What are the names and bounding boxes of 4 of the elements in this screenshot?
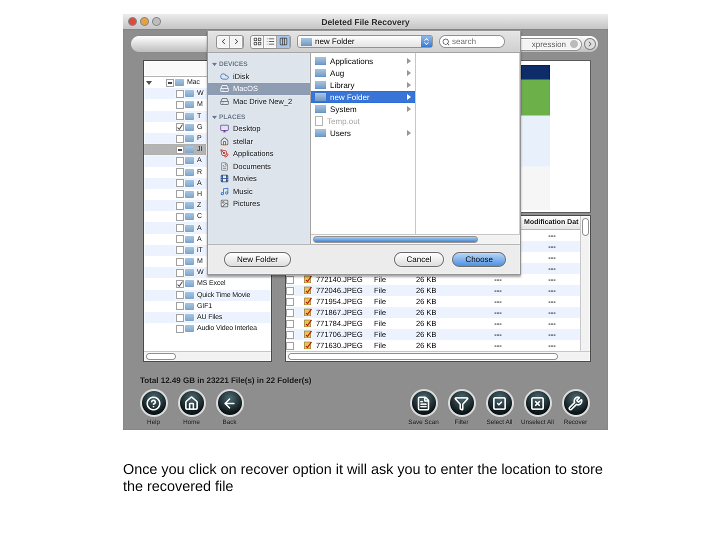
caption: Once you click on recover option it will ask you to enter the location to store the recovered file (123, 462, 604, 497)
window-title: Deleted File Recovery (320, 16, 411, 26)
status-text: Total 12.49 GB in 23221 File(s) in 22 Folder(s) (140, 376, 312, 385)
file-item: Temp.out (311, 115, 415, 127)
